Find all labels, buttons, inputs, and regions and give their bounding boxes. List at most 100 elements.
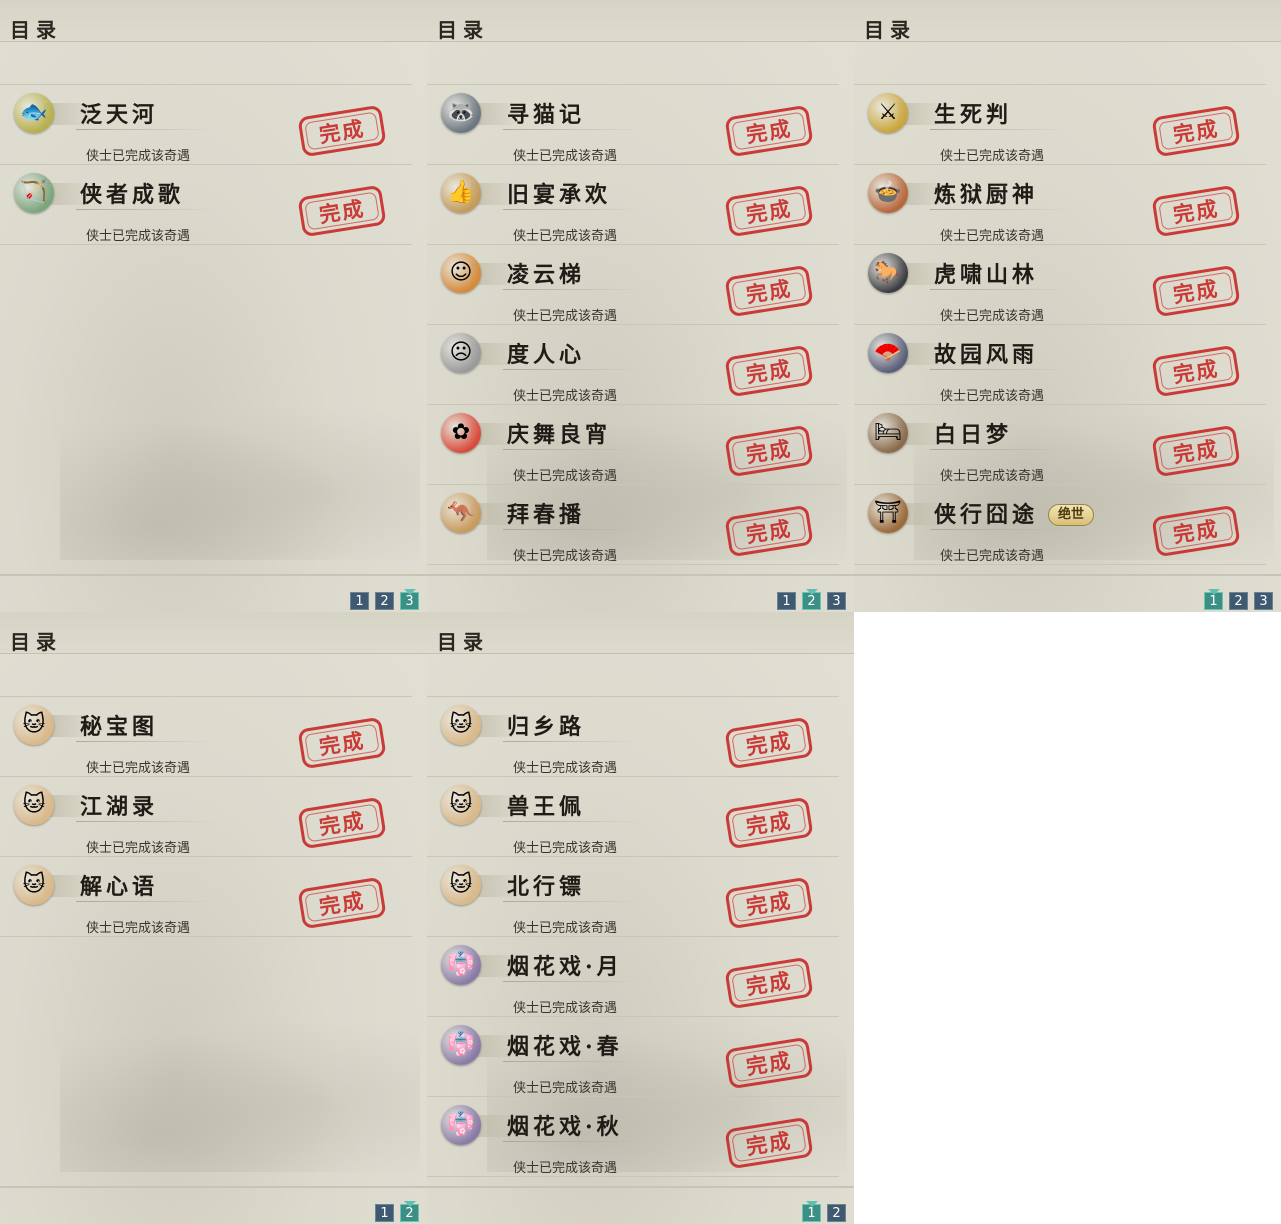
adventure-row[interactable]: 👘 烟花戏·月 侠士已完成该奇遇 完成 (427, 937, 839, 1017)
adventure-row[interactable]: 🐟 泛天河 侠士已完成该奇遇 完成 (0, 85, 412, 165)
page-button-2[interactable]: 2 (400, 1201, 419, 1222)
completion-status: 侠士已完成该奇遇 (940, 389, 1045, 404)
page-button-2[interactable]: 2 (827, 1204, 846, 1222)
adventure-row[interactable]: 🐱 解心语 侠士已完成该奇遇 完成 (0, 857, 412, 937)
page-button-2[interactable]: 2 (802, 589, 821, 610)
catalog-panel: 目录 🐱 归乡路 侠士已完成该奇遇 完成 🐱 兽王佩 侠士已完成该奇遇 完成 🐱 北行镖 侠士已完成该… (427, 612, 854, 1224)
adventure-row[interactable]: 👘 烟花戏·秋 侠士已完成该奇遇 完成 (427, 1097, 839, 1177)
page-button-3[interactable]: 3 (1254, 592, 1273, 610)
fish-mask-icon: 🐟 (14, 93, 54, 133)
completed-stamp: 完成 (1151, 424, 1241, 478)
adventure-list: 🐱 归乡路 侠士已完成该奇遇 完成 🐱 兽王佩 侠士已完成该奇遇 完成 🐱 北行镖 侠士已完成该奇遇… (427, 697, 839, 1177)
completion-status: 侠士已完成该奇遇 (86, 229, 191, 244)
completed-stamp: 完成 (297, 716, 387, 770)
hero-scene-icon: 🏹 (14, 173, 54, 213)
pagination: 123 (1204, 589, 1273, 610)
name-underline (930, 209, 1070, 210)
name-underline (503, 449, 643, 450)
page-button-3[interactable]: 3 (400, 589, 419, 610)
page-button-1[interactable]: 1 (375, 1204, 394, 1222)
adventure-name: 烟花戏·月 (507, 954, 623, 980)
adventure-name: 凌云梯 (507, 262, 586, 288)
adventure-row[interactable]: 🪭 故园风雨 侠士已完成该奇遇 完成 (854, 325, 1266, 405)
raccoon-icon: 🦝 (441, 93, 481, 133)
panel-header: 目录 (0, 612, 427, 654)
completion-status: 侠士已完成该奇遇 (513, 1001, 618, 1016)
cat-icon: 🐱 (441, 865, 481, 905)
pagination: 123 (777, 589, 846, 610)
page-button-1[interactable]: 1 (1204, 589, 1223, 610)
completed-stamp: 完成 (297, 104, 387, 158)
adventure-list: 🦝 寻猫记 侠士已完成该奇遇 完成 👍 旧宴承欢 侠士已完成该奇遇 完成 ☺ 凌云梯 侠士已完成该奇… (427, 85, 839, 565)
catalog-panel: 目录 🐱 秘宝图 侠士已完成该奇遇 完成 🐱 江湖录 侠士已完成该奇遇 完成 🐱 解心语 侠士已完成该… (0, 612, 427, 1224)
adventure-row[interactable]: ⚔ 生死判 侠士已完成该奇遇 完成 (854, 85, 1266, 165)
adventure-row[interactable]: 🐱 北行镖 侠士已完成该奇遇 完成 (427, 857, 839, 937)
page-button-1[interactable]: 1 (802, 1201, 821, 1222)
adventure-row[interactable]: 🐎 虎啸山林 侠士已完成该奇遇 完成 (854, 245, 1266, 325)
adventure-name: 秘宝图 (80, 714, 159, 740)
completed-stamp: 完成 (724, 424, 814, 478)
adventure-row[interactable]: ☹ 度人心 侠士已完成该奇遇 完成 (427, 325, 839, 405)
pagination: 12 (802, 1201, 846, 1222)
page-button-2[interactable]: 2 (375, 592, 394, 610)
name-underline (503, 821, 643, 822)
adventure-row[interactable]: 🐱 秘宝图 侠士已完成该奇遇 完成 (0, 697, 412, 777)
pagination: 123 (350, 589, 419, 610)
adventure-row[interactable]: 👍 旧宴承欢 侠士已完成该奇遇 完成 (427, 165, 839, 245)
page-button-1[interactable]: 1 (777, 592, 796, 610)
adventure-row[interactable]: 🛏 白日梦 侠士已完成该奇遇 完成 (854, 405, 1266, 485)
adventure-row[interactable]: 🦝 寻猫记 侠士已完成该奇遇 完成 (427, 85, 839, 165)
catalog-panel: 目录 🦝 寻猫记 侠士已完成该奇遇 完成 👍 旧宴承欢 侠士已完成该奇遇 完成 ☺ 凌云梯 侠士已完成… (427, 0, 854, 612)
completed-stamp: 完成 (297, 796, 387, 850)
completion-status: 侠士已完成该奇遇 (940, 229, 1045, 244)
mask-icon: ☹ (441, 333, 481, 373)
completion-status: 侠士已完成该奇遇 (513, 149, 618, 164)
adventure-row[interactable]: 👘 烟花戏·春 侠士已完成该奇遇 完成 (427, 1017, 839, 1097)
adventure-row[interactable]: 🐱 兽王佩 侠士已完成该奇遇 完成 (427, 777, 839, 857)
completed-stamp: 完成 (1151, 104, 1241, 158)
page-button-1[interactable]: 1 (350, 592, 369, 610)
catalog-panel: 目录 ⚔ 生死判 侠士已完成该奇遇 完成 🍲 炼狱厨神 侠士已完成该奇遇 完成 🐎 虎啸山林 侠士已完… (854, 0, 1281, 612)
name-underline (76, 741, 216, 742)
cat-icon: 🐱 (14, 705, 54, 745)
hotpot-icon: 🍲 (868, 173, 908, 213)
panel-title: 目录 (437, 18, 489, 42)
adventure-row[interactable]: 🐱 江湖录 侠士已完成该奇遇 完成 (0, 777, 412, 857)
name-underline (503, 981, 643, 982)
page-button-2[interactable]: 2 (1229, 592, 1248, 610)
completion-status: 侠士已完成该奇遇 (86, 921, 191, 936)
page-button-3[interactable]: 3 (827, 592, 846, 610)
gold-sword-icon: ⚔ (868, 93, 908, 133)
adventure-row[interactable]: ☺ 凌云梯 侠士已完成该奇遇 完成 (427, 245, 839, 325)
name-underline (930, 529, 1070, 530)
adventure-row[interactable]: 🦘 拜春播 侠士已完成该奇遇 完成 (427, 485, 839, 565)
footer-divider (0, 1186, 427, 1188)
adventure-name: 白日梦 (934, 422, 1013, 448)
black-horse-icon: 🐎 (868, 253, 908, 293)
lantern-icon: ✿ (441, 413, 481, 453)
panel-header: 目录 (427, 612, 854, 654)
completed-stamp: 完成 (724, 264, 814, 318)
completion-status: 侠士已完成该奇遇 (86, 841, 191, 856)
name-underline (503, 1141, 643, 1142)
completion-status: 侠士已完成该奇遇 (513, 229, 618, 244)
adventure-row[interactable]: ✿ 庆舞良宵 侠士已完成该奇遇 完成 (427, 405, 839, 485)
cat-icon: 🐱 (14, 865, 54, 905)
adventure-name: 庆舞良宵 (507, 422, 612, 448)
completed-stamp: 完成 (724, 1116, 814, 1170)
adventure-name: 故园风雨 (934, 342, 1039, 368)
pagination: 12 (375, 1201, 419, 1222)
completion-status: 侠士已完成该奇遇 (513, 549, 618, 564)
adventure-name: 寻猫记 (507, 102, 586, 128)
completed-stamp: 完成 (724, 956, 814, 1010)
adventure-row[interactable]: 🐱 归乡路 侠士已完成该奇遇 完成 (427, 697, 839, 777)
adventure-name: 归乡路 (507, 714, 586, 740)
adventure-row[interactable]: 🍲 炼狱厨神 侠士已完成该奇遇 完成 (854, 165, 1266, 245)
adventure-name: 炼狱厨神 (934, 182, 1039, 208)
lady-portrait-icon: 👘 (441, 1025, 481, 1065)
adventure-row[interactable]: 🏹 侠者成歌 侠士已完成该奇遇 完成 (0, 165, 412, 245)
adventure-name: 解心语 (80, 874, 159, 900)
adventure-row[interactable]: ⛩ 侠行囧途 绝世 侠士已完成该奇遇 完成 (854, 485, 1266, 565)
completed-stamp: 完成 (1151, 264, 1241, 318)
panel-title: 目录 (437, 630, 489, 654)
